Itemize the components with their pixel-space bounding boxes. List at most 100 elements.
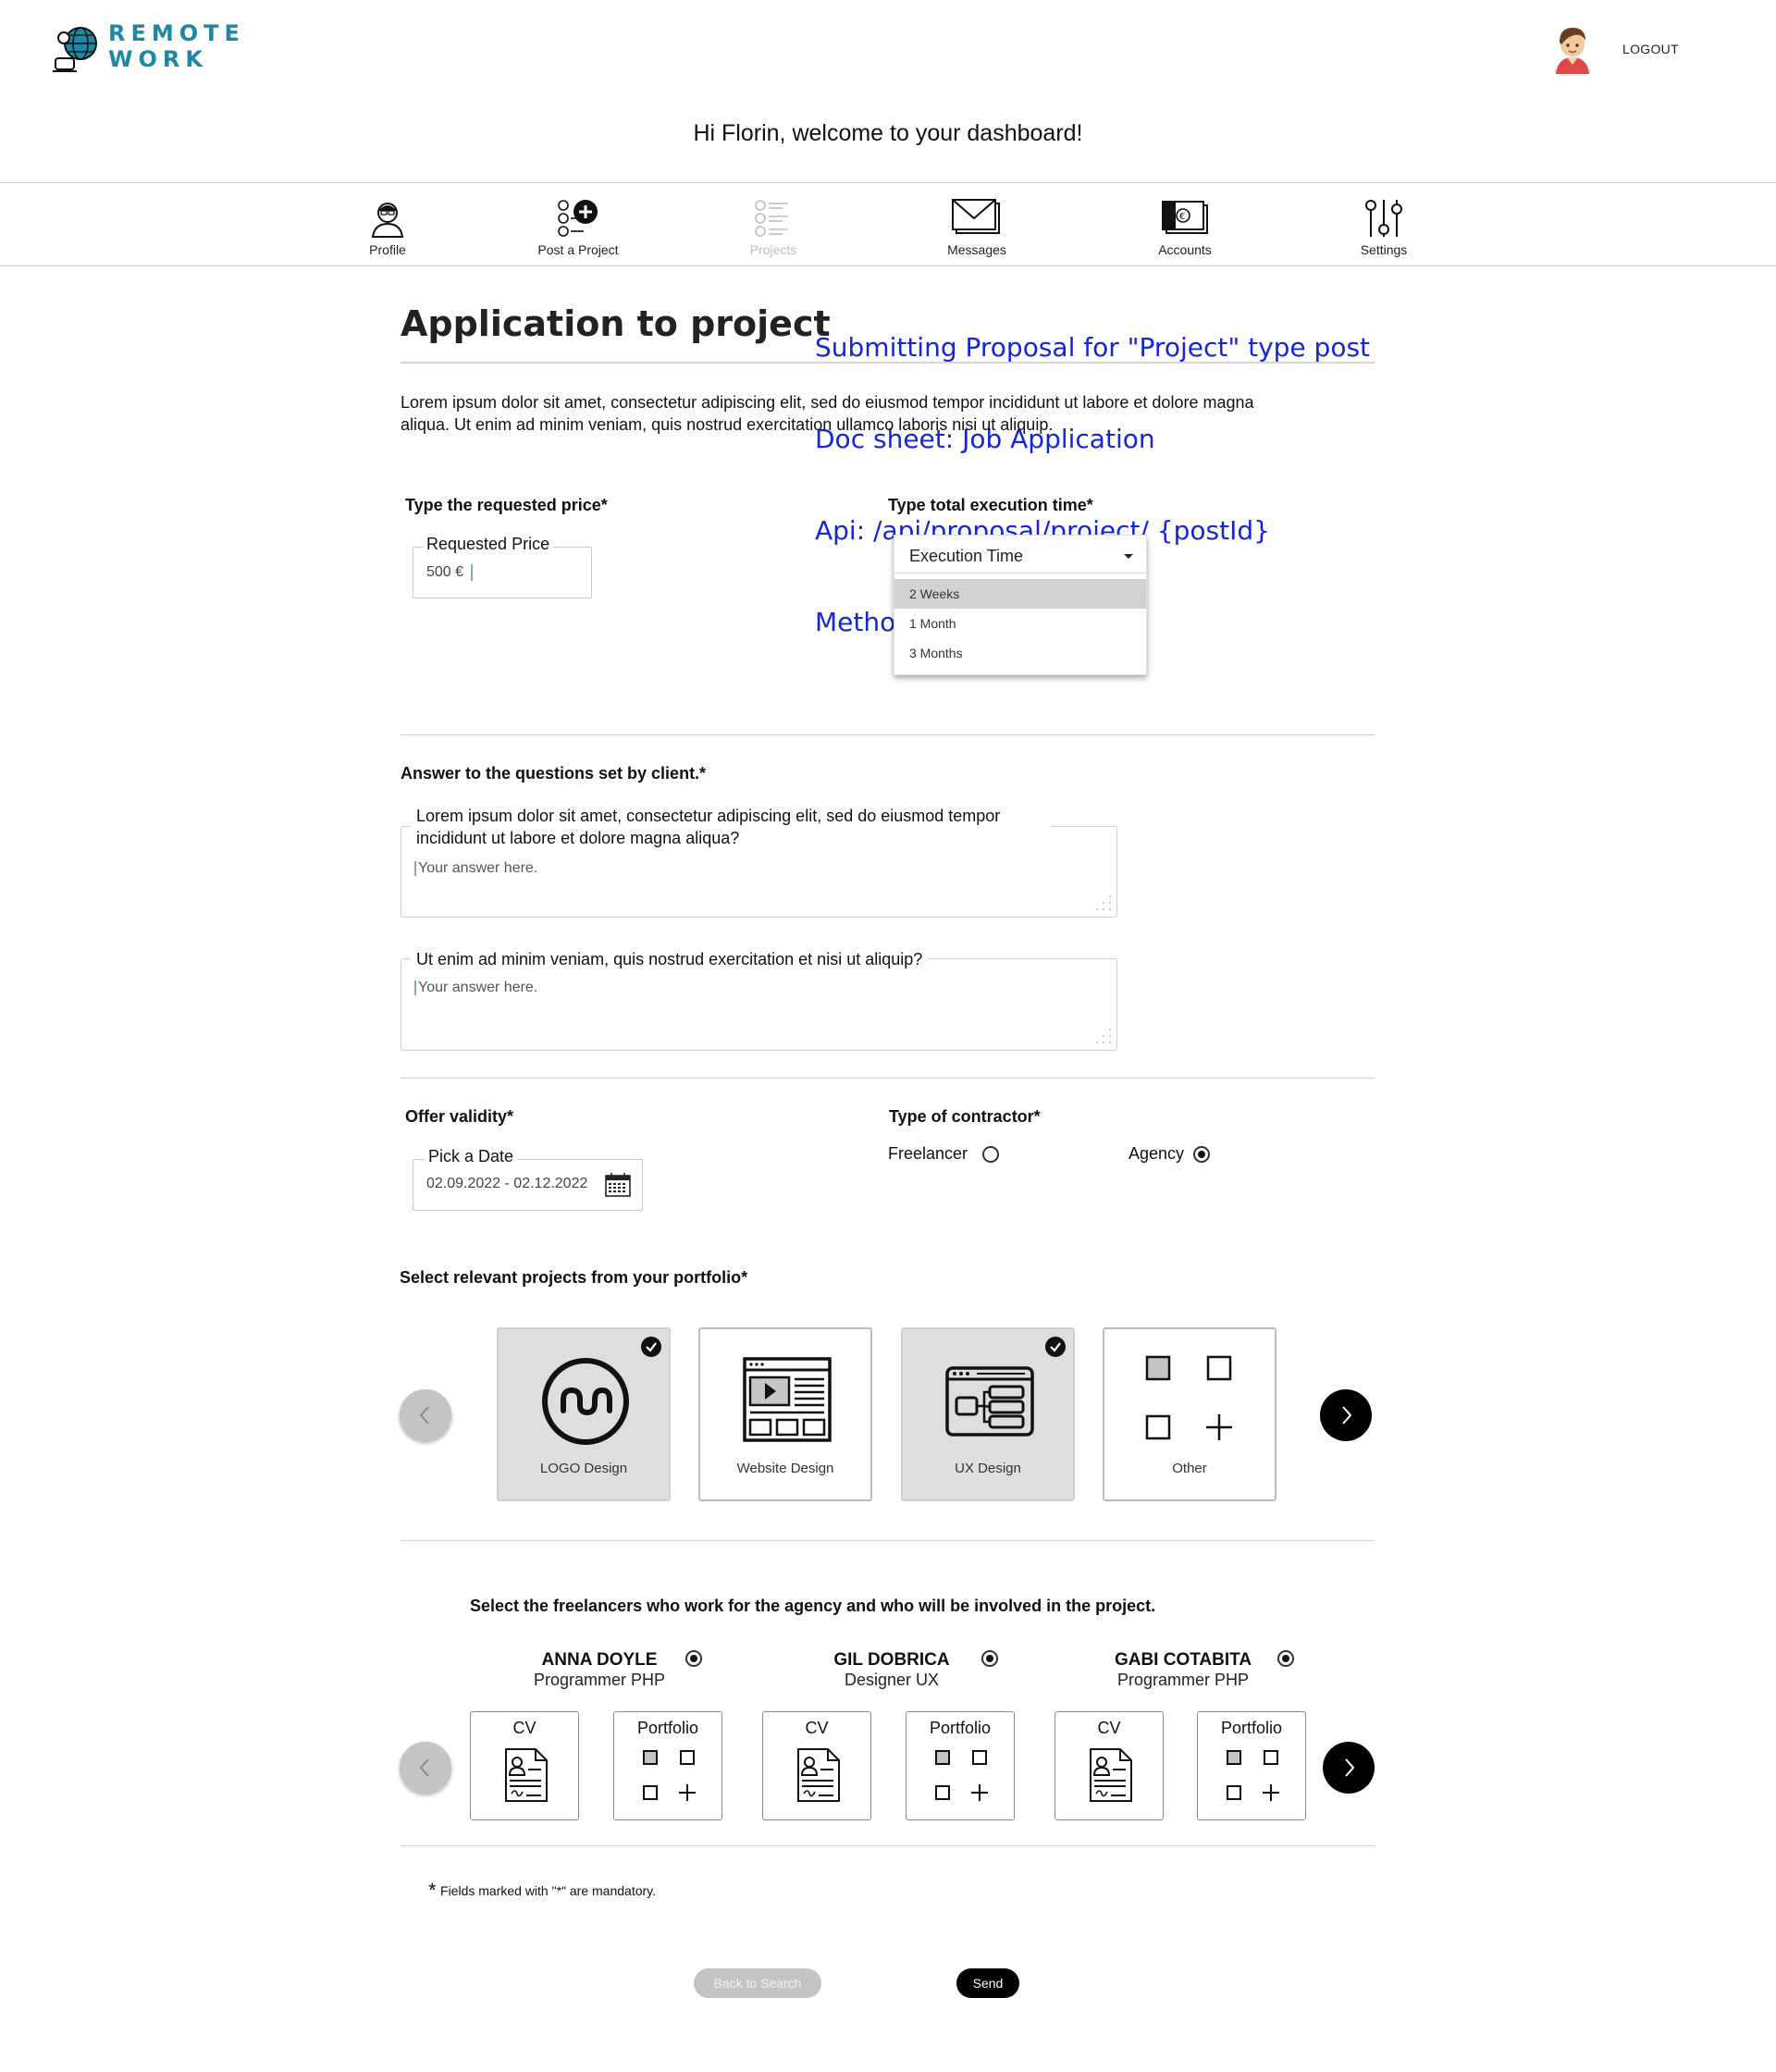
portfolio-card-website[interactable]: Website Design [698, 1327, 872, 1501]
chevron-left-icon [419, 1758, 429, 1777]
execution-time-select[interactable]: Execution Time 2 Weeks 1 Month 3 Months [894, 535, 1147, 675]
nav-accounts[interactable]: € Accounts [1102, 196, 1268, 257]
portfolio-prev-button[interactable] [400, 1389, 451, 1441]
freelancer-select-radio[interactable] [981, 1650, 998, 1667]
freelancer-role: Designer UX [844, 1671, 940, 1689]
resize-handle-icon[interactable] [1092, 893, 1113, 913]
execution-select-head[interactable]: Execution Time [894, 536, 1146, 574]
section-divider [401, 1540, 1375, 1541]
resize-handle-icon[interactable] [1092, 1026, 1113, 1046]
execution-label: Type total execution time* [888, 496, 1093, 514]
freelancer-name: GIL DOBRICA [833, 1650, 950, 1670]
answer-1-placeholder: Your answer here. [418, 860, 538, 876]
freelancer-2: GIL DOBRICA Designer UX [799, 1650, 984, 1690]
logo-text: REMOTE WORK [108, 20, 245, 72]
execution-placeholder: Execution Time [909, 547, 1024, 565]
answer-textarea-2[interactable]: Ut enim ad minim veniam, quis nostrud ex… [401, 948, 1117, 1051]
portfolio-card-other[interactable]: Other [1103, 1327, 1276, 1501]
title-divider [401, 362, 1375, 364]
execution-option[interactable]: 2 Weeks [894, 579, 1146, 609]
question-2-text: Ut enim ad minim veniam, quis nostrud ex… [411, 948, 929, 970]
text-caret [414, 860, 416, 876]
cv-label: CV [1097, 1719, 1121, 1737]
projects-list-icon [751, 196, 796, 240]
user-avatar[interactable] [1547, 20, 1598, 76]
mandatory-star: * [428, 1879, 437, 1902]
contractor-freelancer-label: Freelancer [888, 1144, 968, 1163]
nav-messages[interactable]: Messages [894, 196, 1060, 257]
cv-document-icon [797, 1748, 840, 1802]
logo-line-1: REMOTE [108, 20, 245, 46]
header-divider [0, 182, 1776, 183]
nav-post-project[interactable]: Post a Project [495, 196, 661, 257]
radio-freelancer[interactable] [982, 1146, 999, 1163]
contractor-agency-label: Agency [1128, 1144, 1185, 1163]
portfolio-mini-label: Portfolio [1220, 1719, 1283, 1737]
dropdown-arrow-icon [1124, 554, 1133, 559]
nav-profile[interactable]: Profile [304, 196, 471, 257]
portfolio-mini-card[interactable]: Portfolio [1197, 1711, 1306, 1820]
post-project-icon [556, 196, 600, 240]
section-divider [401, 1845, 1375, 1846]
freelancer-name: GABI COTABITA [1114, 1650, 1252, 1670]
date-picker-input[interactable]: Pick a Date 02.09.2022 - 02.12.2022 [413, 1147, 643, 1211]
portfolio-grid-icon [643, 1750, 696, 1801]
portfolio-mini-card[interactable]: Portfolio [613, 1711, 722, 1820]
portfolio-grid-icon [935, 1750, 988, 1801]
portfolio-card-ux[interactable]: UX Design [901, 1327, 1075, 1501]
settings-icon [1362, 196, 1406, 240]
portfolio-mini-card[interactable]: Portfolio [906, 1711, 1015, 1820]
execution-option[interactable]: 1 Month [894, 609, 1146, 638]
cv-card[interactable]: CV [762, 1711, 871, 1820]
answer-2-placeholder: Your answer here. [418, 980, 538, 995]
price-input[interactable]: Requested Price 500 € [413, 535, 592, 598]
nav-projects-label: Projects [749, 242, 797, 257]
annotation-line-1: Submitting Proposal for "Project" type p… [815, 332, 1371, 363]
send-button[interactable]: Send [956, 1968, 1019, 1998]
nav-accounts-label: Accounts [1158, 242, 1212, 257]
questions-label: Answer to the questions set by client.* [401, 764, 707, 783]
freelancer-1: ANNA DOYLE Programmer PHP [507, 1650, 692, 1690]
messages-icon [952, 196, 1000, 240]
mandatory-note: * Fields marked with "*" are mandatory. [428, 1879, 656, 1903]
nav-divider [0, 265, 1776, 266]
cv-card[interactable]: CV [470, 1711, 579, 1820]
execution-option[interactable]: 3 Months [894, 638, 1146, 668]
portfolio-card-logo[interactable]: LOGO Design [497, 1327, 671, 1501]
date-legend: Pick a Date [425, 1147, 518, 1166]
answer-1-wrap: Your answer here. [414, 860, 537, 877]
check-icon [641, 1337, 661, 1357]
portfolio-next-button[interactable] [1320, 1389, 1372, 1441]
nav-settings[interactable]: Settings [1301, 196, 1467, 257]
website-design-icon [743, 1357, 832, 1442]
radio-agency[interactable] [1193, 1146, 1210, 1163]
price-label: Type the requested price* [405, 496, 608, 514]
chevron-left-icon [419, 1406, 429, 1424]
nav-projects[interactable]: Projects [690, 196, 857, 257]
answer-textarea-1[interactable]: Lorem ipsum dolor sit amet, consectetur … [401, 805, 1117, 918]
calendar-icon[interactable] [605, 1173, 631, 1197]
text-caret [471, 564, 474, 581]
chevron-right-icon [1342, 1406, 1352, 1424]
cv-label: CV [805, 1719, 829, 1737]
freelancer-select-radio[interactable] [685, 1650, 702, 1667]
freelancers-prev-button[interactable] [400, 1742, 451, 1794]
freelancer-role: Programmer PHP [1116, 1671, 1250, 1689]
intro-text: Lorem ipsum dolor sit amet, consectetur … [401, 393, 1254, 434]
portfolio-card-caption: LOGO Design [539, 1461, 628, 1476]
freelancers-next-button[interactable] [1323, 1742, 1375, 1794]
check-icon [1045, 1337, 1066, 1357]
logo-globe-icon [53, 25, 103, 73]
portfolio-label: Select relevant projects from your portf… [400, 1268, 748, 1287]
nav-settings-label: Settings [1360, 242, 1408, 257]
accounts-icon: € [1162, 196, 1208, 240]
page-title: Application to project [401, 303, 831, 344]
logout-link[interactable]: LOGOUT [1622, 42, 1679, 56]
question-1-text: Lorem ipsum dolor sit amet, consectetur … [411, 805, 1051, 849]
other-grid-icon [1145, 1355, 1232, 1440]
cv-card[interactable]: CV [1054, 1711, 1164, 1820]
freelancer-select-radio[interactable] [1277, 1650, 1294, 1667]
back-to-search-button[interactable]: Back to Search [694, 1968, 821, 1998]
freelancer-role: Programmer PHP [533, 1671, 666, 1689]
price-value: 500 € [426, 564, 464, 581]
